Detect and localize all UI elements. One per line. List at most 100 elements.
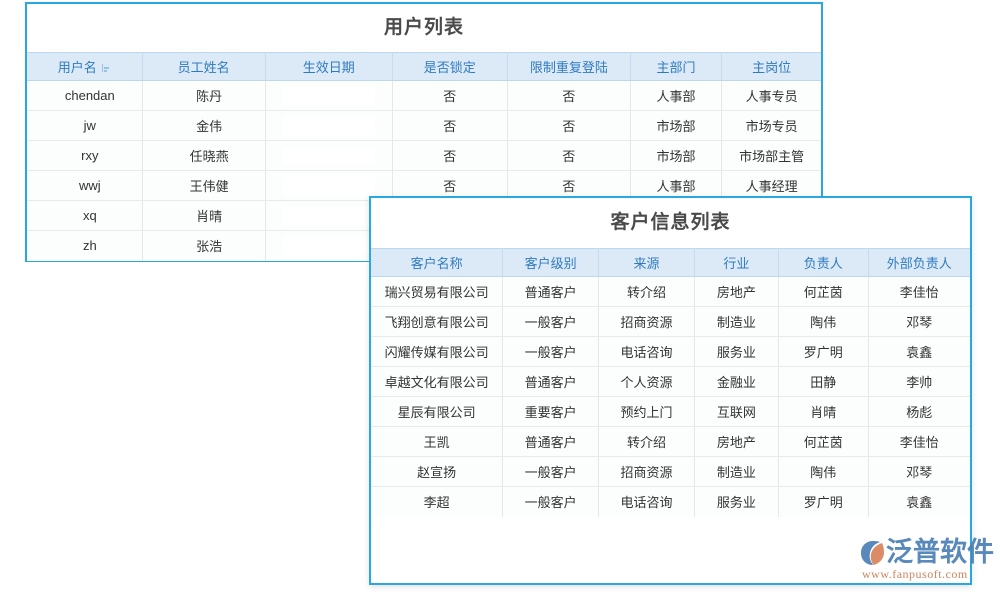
user-cell-effective-date	[265, 141, 392, 171]
customer-cell-name: 瑞兴贸易有限公司	[371, 277, 503, 307]
user-cell-main-dept: 人事部	[630, 81, 721, 111]
table-row[interactable]: jw金伟否否市场部市场专员	[27, 111, 821, 141]
table-row[interactable]: 闪耀传媒有限公司一般客户电话咨询服务业罗广明袁鑫	[371, 337, 970, 367]
table-row[interactable]: rxy任晓燕否否市场部市场部主管	[27, 141, 821, 171]
customer-list-panel: 客户信息列表 客户名称 客户级别 来源 行业 负责人 外部负责人 瑞兴贸易有限公…	[369, 196, 972, 585]
customer-cell-external-owner: 李佳怡	[868, 427, 970, 457]
customer-cell-industry: 房地产	[694, 277, 778, 307]
customer-cell-name: 星辰有限公司	[371, 397, 503, 427]
user-cell-employee: 张浩	[142, 231, 265, 261]
user-cell-main-post: 人事专员	[722, 81, 821, 111]
user-col-limit-repeat-login[interactable]: 限制重复登陆	[507, 53, 630, 81]
customer-col-level[interactable]: 客户级别	[503, 249, 599, 277]
empty-date-placeholder	[283, 117, 375, 135]
customer-col-source[interactable]: 来源	[599, 249, 695, 277]
user-cell-username: wwj	[27, 171, 142, 201]
user-cell-employee: 王伟健	[142, 171, 265, 201]
customer-cell-owner[interactable]: 田静	[778, 367, 868, 397]
user-col-effective-date[interactable]: 生效日期	[265, 53, 392, 81]
user-cell-username: zh	[27, 231, 142, 261]
customer-cell-name: 李超	[371, 487, 503, 517]
customer-col-name[interactable]: 客户名称	[371, 249, 503, 277]
user-col-username-label: 用户名	[58, 60, 97, 75]
customer-cell-name: 王凯	[371, 427, 503, 457]
table-row[interactable]: 李超一般客户电话咨询服务业罗广明袁鑫	[371, 487, 970, 517]
user-cell-locked: 否	[392, 81, 507, 111]
user-cell-locked: 否	[392, 141, 507, 171]
customer-cell-owner[interactable]: 陶伟	[778, 307, 868, 337]
customer-table-header-row: 客户名称 客户级别 来源 行业 负责人 外部负责人	[371, 249, 970, 277]
user-cell-limit-repeat-login: 否	[507, 141, 630, 171]
table-row[interactable]: 瑞兴贸易有限公司普通客户转介绍房地产何芷茵李佳怡	[371, 277, 970, 307]
customer-cell-owner[interactable]: 罗广明	[778, 487, 868, 517]
empty-date-placeholder	[283, 207, 375, 225]
customer-list-table: 客户名称 客户级别 来源 行业 负责人 外部负责人 瑞兴贸易有限公司普通客户转介…	[371, 248, 970, 517]
customer-cell-name: 赵宣扬	[371, 457, 503, 487]
customer-cell-name: 闪耀传媒有限公司	[371, 337, 503, 367]
user-cell-employee: 陈丹	[142, 81, 265, 111]
customer-cell-name: 卓越文化有限公司	[371, 367, 503, 397]
customer-cell-industry: 房地产	[694, 427, 778, 457]
user-cell-employee: 任晓燕	[142, 141, 265, 171]
empty-date-placeholder	[283, 177, 375, 195]
user-cell-username: rxy	[27, 141, 142, 171]
customer-cell-level: 一般客户	[503, 307, 599, 337]
user-cell-limit-repeat-login: 否	[507, 111, 630, 141]
customer-col-industry[interactable]: 行业	[694, 249, 778, 277]
customer-cell-industry: 金融业	[694, 367, 778, 397]
user-cell-username: jw	[27, 111, 142, 141]
customer-cell-external-owner: 杨彪	[868, 397, 970, 427]
user-cell-main-post: 市场部主管	[722, 141, 821, 171]
customer-cell-level: 一般客户	[503, 337, 599, 367]
table-row[interactable]: 星辰有限公司重要客户预约上门互联网肖晴杨彪	[371, 397, 970, 427]
customer-cell-owner[interactable]: 罗广明	[778, 337, 868, 367]
empty-date-placeholder	[283, 237, 375, 255]
customer-cell-level: 普通客户	[503, 427, 599, 457]
customer-cell-source: 个人资源	[599, 367, 695, 397]
empty-date-placeholder	[283, 87, 375, 105]
table-row[interactable]: 王凯普通客户转介绍房地产何芷茵李佳怡	[371, 427, 970, 457]
customer-cell-source: 转介绍	[599, 277, 695, 307]
customer-cell-owner[interactable]: 何芷茵	[778, 277, 868, 307]
table-row[interactable]: 飞翔创意有限公司一般客户招商资源制造业陶伟邓琴	[371, 307, 970, 337]
table-row[interactable]: chendan陈丹否否人事部人事专员	[27, 81, 821, 111]
user-cell-main-dept: 市场部	[630, 111, 721, 141]
customer-cell-source: 招商资源	[599, 457, 695, 487]
table-row[interactable]: 卓越文化有限公司普通客户个人资源金融业田静李帅	[371, 367, 970, 397]
customer-cell-source: 预约上门	[599, 397, 695, 427]
customer-cell-external-owner: 邓琴	[868, 457, 970, 487]
user-cell-employee: 金伟	[142, 111, 265, 141]
customer-cell-source: 转介绍	[599, 427, 695, 457]
customer-cell-owner[interactable]: 陶伟	[778, 457, 868, 487]
table-row[interactable]: 赵宣扬一般客户招商资源制造业陶伟邓琴	[371, 457, 970, 487]
empty-date-placeholder	[283, 147, 375, 165]
sort-ascending-icon[interactable]	[102, 64, 111, 73]
customer-cell-owner[interactable]: 肖晴	[778, 397, 868, 427]
customer-cell-external-owner: 李佳怡	[868, 277, 970, 307]
customer-cell-industry: 制造业	[694, 457, 778, 487]
customer-cell-level: 一般客户	[503, 457, 599, 487]
user-col-main-post[interactable]: 主岗位	[722, 53, 821, 81]
customer-cell-level: 一般客户	[503, 487, 599, 517]
customer-col-external-owner[interactable]: 外部负责人	[868, 249, 970, 277]
user-col-username[interactable]: 用户名	[27, 53, 142, 81]
user-cell-locked: 否	[392, 111, 507, 141]
customer-cell-source: 招商资源	[599, 307, 695, 337]
customer-cell-external-owner: 邓琴	[868, 307, 970, 337]
user-cell-username: xq	[27, 201, 142, 231]
user-cell-main-dept: 市场部	[630, 141, 721, 171]
customer-cell-external-owner: 袁鑫	[868, 337, 970, 367]
user-cell-main-post: 市场专员	[722, 111, 821, 141]
user-table-header-row: 用户名 员工姓名 生效日期 是否锁定 限制重复登陆 主部门 主岗位	[27, 53, 821, 81]
customer-cell-external-owner: 李帅	[868, 367, 970, 397]
customer-cell-industry: 服务业	[694, 337, 778, 367]
customer-cell-name: 飞翔创意有限公司	[371, 307, 503, 337]
customer-cell-external-owner: 袁鑫	[868, 487, 970, 517]
user-col-main-dept[interactable]: 主部门	[630, 53, 721, 81]
customer-cell-owner[interactable]: 何芷茵	[778, 427, 868, 457]
user-col-employee[interactable]: 员工姓名	[142, 53, 265, 81]
user-cell-effective-date	[265, 111, 392, 141]
customer-cell-source: 电话咨询	[599, 337, 695, 367]
user-col-locked[interactable]: 是否锁定	[392, 53, 507, 81]
customer-col-owner[interactable]: 负责人	[778, 249, 868, 277]
